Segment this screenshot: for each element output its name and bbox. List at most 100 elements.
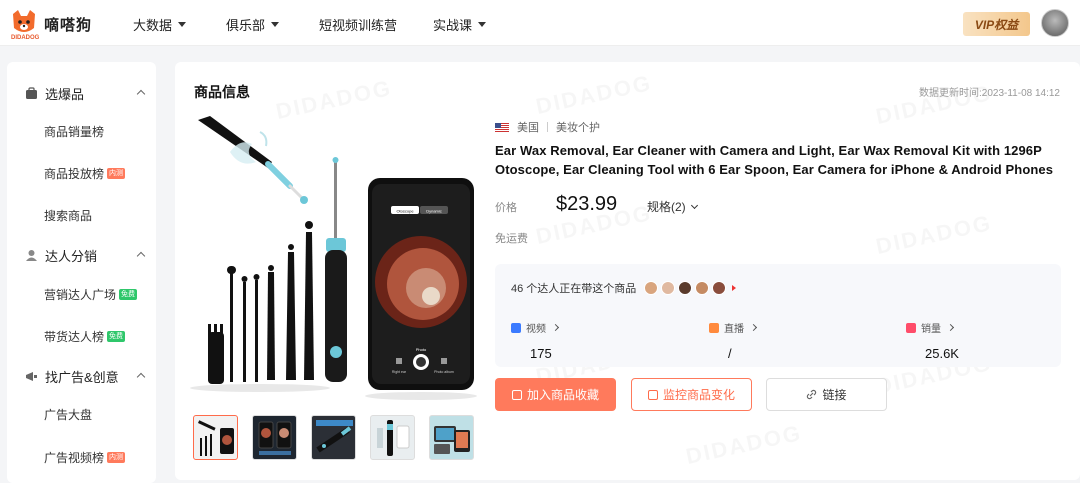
- stat-label: 视频: [526, 324, 546, 335]
- add-to-favorites-button[interactable]: 加入商品收藏: [495, 378, 616, 411]
- live-icon: [709, 322, 719, 333]
- nav-practical-course-label: 实战课: [433, 18, 473, 33]
- beta-badge: 内测: [107, 168, 126, 179]
- free-badge: 免费: [119, 289, 138, 300]
- stat-value: 175: [530, 346, 552, 361]
- chevron-right-icon: [946, 323, 955, 332]
- stat-videos-link[interactable]: 视频: [511, 320, 560, 335]
- caret-right-icon: [732, 285, 737, 291]
- chevron-down-icon: [690, 201, 698, 209]
- stats-panel: 46 个达人正在带这个商品 视频 175 直播 / 销量 25.6K: [495, 264, 1061, 367]
- sidebar-item-label: 搜索商品: [44, 209, 93, 223]
- stat-value: /: [728, 346, 732, 361]
- nav-club-label: 俱乐部: [226, 18, 266, 33]
- sidebar-item-label: 广告视频榜: [44, 451, 105, 465]
- chevron-up-icon: [136, 372, 146, 382]
- avatar: [661, 281, 676, 295]
- chevron-right-icon: [551, 323, 560, 332]
- product-card: DIDADOG DIDADOG DIDADOG DIDADOG DIDADOG …: [175, 62, 1080, 480]
- brand-name[interactable]: 嘀嗒狗: [44, 14, 92, 35]
- sidebar-item-ad-rank[interactable]: 商品投放榜 内测: [44, 165, 126, 182]
- user-avatar[interactable]: [1041, 9, 1069, 37]
- button-label: 监控商品变化: [662, 388, 735, 402]
- sidebar-group-ads[interactable]: 找广告&创意: [7, 361, 156, 391]
- dog-logo-icon[interactable]: [10, 8, 38, 38]
- ear-tools-icon: [190, 221, 330, 392]
- sidebar-item-label: 广告大盘: [44, 408, 93, 422]
- link-button[interactable]: 链接: [766, 378, 887, 411]
- nav-short-video-camp-label: 短视频训练营: [319, 18, 398, 33]
- monitor-icon: [647, 389, 658, 400]
- phone-tab-dynamic: Dynamic: [426, 209, 442, 214]
- stat-label: 销量: [921, 324, 941, 335]
- beta-badge: 内测: [107, 452, 126, 463]
- us-flag-icon: [495, 122, 509, 132]
- otoscope-wand-icon: [198, 116, 308, 204]
- sidebar-group-label: 选爆品: [45, 86, 85, 102]
- chevron-up-icon: [136, 251, 146, 261]
- section-title: 商品信息: [194, 84, 250, 100]
- stat-sales-link[interactable]: 销量: [906, 320, 959, 335]
- sidebar-item-label: 营销达人广场: [44, 288, 117, 302]
- influencer-count-row[interactable]: 46 个达人正在带这个商品: [511, 280, 737, 296]
- product-meta: 美国 美妆个护: [495, 119, 600, 135]
- megaphone-icon: [26, 371, 37, 381]
- nav-big-data[interactable]: 大数据: [133, 15, 187, 34]
- sidebar-item-sales-rank[interactable]: 商品销量榜: [44, 123, 104, 140]
- sidebar-item-ad-video-rank[interactable]: 广告视频榜 内测: [44, 449, 126, 466]
- phone-tab-otoscope: Otoscope: [396, 209, 414, 214]
- product-main-image[interactable]: Otoscope Dynamic Right ear Photo Photo a…: [190, 112, 480, 412]
- stat-live-link[interactable]: 直播: [709, 320, 758, 335]
- stat-videos: 视频 175: [511, 320, 560, 361]
- avatar: [695, 281, 710, 295]
- user-icon: [26, 249, 37, 261]
- thumbnail-3[interactable]: [311, 415, 356, 460]
- sidebar-item-ad-dashboard[interactable]: 广告大盘: [44, 406, 92, 423]
- top-bar: DIDADOG 嘀嗒狗 大数据 俱乐部 短视频训练营 实战课 VIP权益: [0, 0, 1080, 46]
- thumbnail-4[interactable]: [370, 415, 415, 460]
- nav-club[interactable]: 俱乐部: [226, 15, 280, 34]
- thumbnail-1[interactable]: [193, 415, 238, 460]
- product-title: Ear Wax Removal, Ear Cleaner with Camera…: [495, 143, 1054, 177]
- sidebar-item-influencer-rank[interactable]: 带货达人榜 免费: [44, 328, 126, 345]
- divider: [547, 122, 548, 132]
- product-info: 美国 美妆个护 Ear Wax Removal, Ear Cleaner wit…: [495, 62, 1065, 480]
- phone-control-photo: Photo: [416, 347, 427, 352]
- thumbnail-2[interactable]: [252, 415, 297, 460]
- sidebar-group-label: 找广告&创意: [45, 369, 119, 385]
- stat-value: 25.6K: [925, 346, 959, 361]
- sidebar-group-influencer[interactable]: 达人分销: [7, 240, 156, 270]
- price-value: $23.99: [556, 193, 618, 215]
- nav-short-video-camp[interactable]: 短视频训练营: [319, 15, 397, 34]
- bookmark-icon: [511, 389, 522, 400]
- nav-big-data-label: 大数据: [133, 18, 173, 33]
- shipping-label: 免运费: [495, 233, 528, 245]
- stat-live: 直播 /: [709, 320, 758, 361]
- phone-control-photo-album: Photo album: [434, 370, 454, 374]
- avatar: [644, 281, 659, 295]
- link-icon: [807, 389, 817, 400]
- nav-practical-course[interactable]: 实战课: [433, 15, 487, 34]
- thumbnail-strip: [193, 415, 474, 460]
- chevron-up-icon: [136, 89, 146, 99]
- avatar: [712, 281, 727, 295]
- influencer-avatars: [644, 281, 727, 295]
- thumbnail-5[interactable]: [429, 415, 474, 460]
- otoscope-handle-icon: [325, 157, 347, 382]
- button-label: 链接: [822, 388, 847, 402]
- phone-control-right-ear: Right ear: [392, 370, 407, 374]
- sidebar-item-label: 商品销量榜: [44, 125, 105, 139]
- sidebar-group-label: 达人分销: [45, 248, 98, 264]
- sidebar-group-hot-products[interactable]: 选爆品: [7, 78, 156, 108]
- country-label: 美国: [517, 122, 539, 134]
- spec-dropdown[interactable]: 规格(2): [647, 198, 698, 215]
- sidebar-item-influencer-plaza[interactable]: 营销达人广场 免费: [44, 286, 138, 303]
- caret-down-icon: [178, 22, 187, 27]
- category-label[interactable]: 美妆个护: [556, 119, 600, 135]
- monitor-product-button[interactable]: 监控商品变化: [631, 378, 752, 411]
- vip-button[interactable]: VIP权益: [963, 12, 1030, 36]
- chevron-right-icon: [749, 323, 758, 332]
- sidebar-item-search-products[interactable]: 搜索商品: [44, 207, 92, 224]
- sidebar: 选爆品 商品销量榜 商品投放榜 内测 搜索商品 达人分销 营销达人广场 免费 带…: [7, 62, 156, 483]
- bag-icon: [26, 86, 37, 99]
